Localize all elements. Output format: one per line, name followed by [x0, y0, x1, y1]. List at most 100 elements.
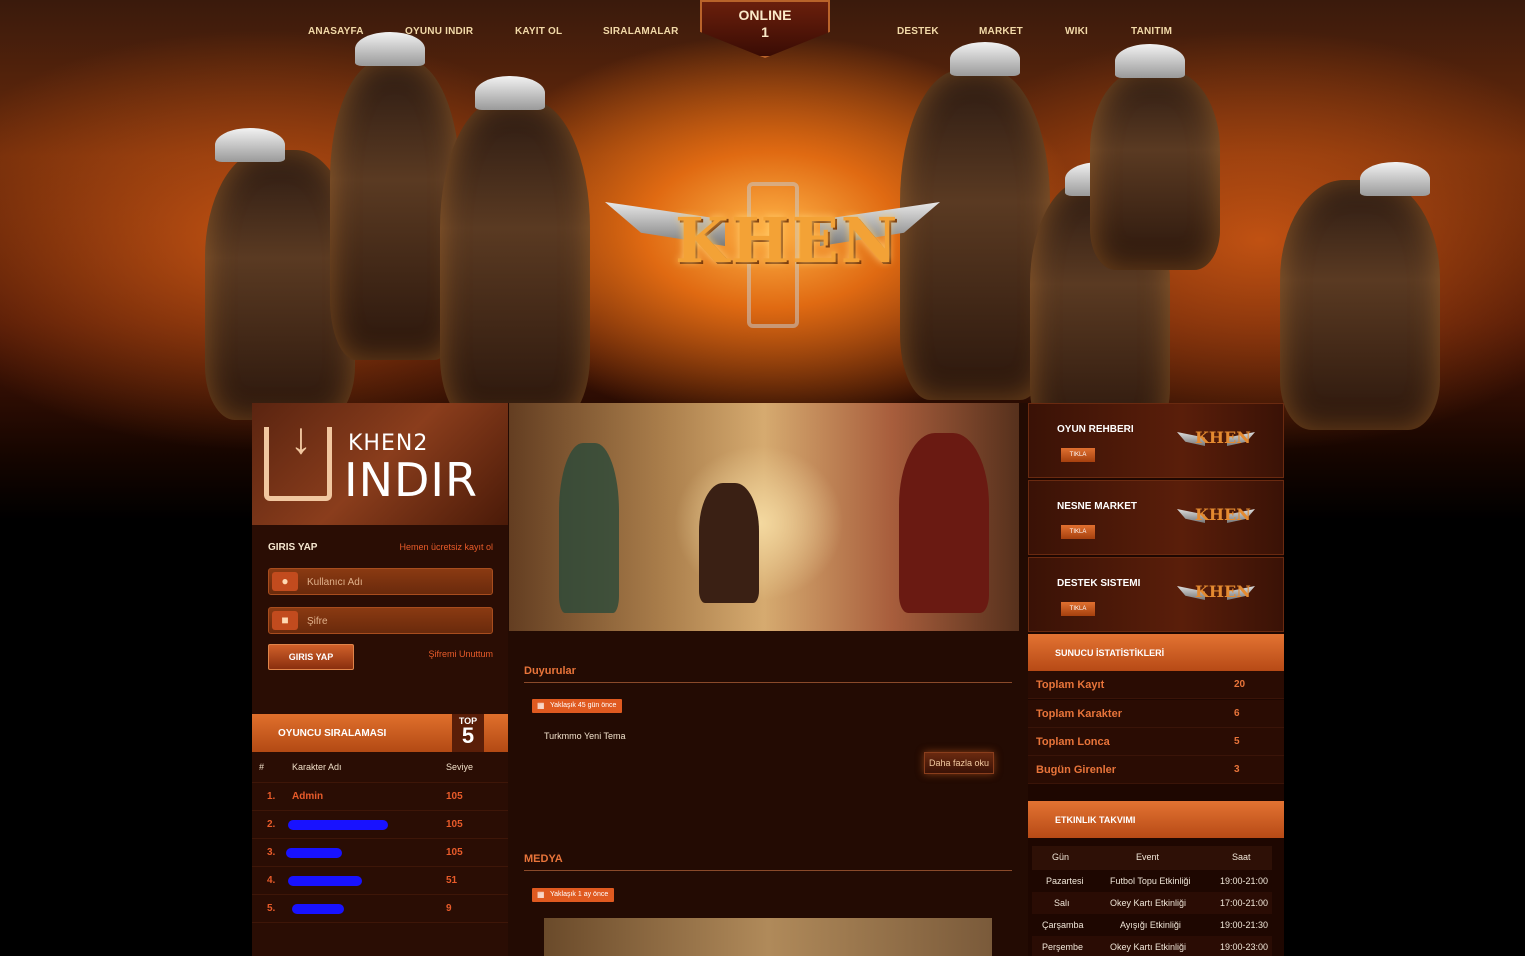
media-title: MEDYA	[524, 853, 563, 865]
table-row[interactable]: 3. 105	[252, 839, 508, 867]
nav-item-market[interactable]: MARKET	[979, 26, 1023, 37]
table-row[interactable]: 1. Admin 105	[252, 783, 508, 811]
card-button[interactable]: TIKLA	[1061, 525, 1095, 539]
event-day: Salı	[1054, 898, 1070, 908]
stat-label: Toplam Lonca	[1036, 736, 1110, 748]
nav-item-destek[interactable]: DESTEK	[897, 26, 939, 37]
mini-logo: KHEN	[1177, 578, 1255, 614]
nav-item-siralamalar[interactable]: SIRALAMALAR	[603, 26, 679, 37]
rank-number: 5.	[267, 903, 276, 914]
password-field-wrap: ■	[268, 607, 493, 634]
banner-figure	[699, 483, 759, 603]
card-game-guide[interactable]: OYUN REHBERI TIKLA KHEN	[1028, 403, 1284, 478]
news-title: Duyurular	[524, 665, 576, 677]
rank-level: 105	[446, 847, 463, 858]
online-count: 1	[761, 24, 769, 40]
card-button[interactable]: TIKLA	[1061, 602, 1095, 616]
hero-character-cap	[1360, 162, 1430, 196]
event-name: Okey Kartı Etkinliği	[1110, 898, 1187, 908]
right-sidebar: OYUN REHBERI TIKLA KHEN NESNE MARKET TIK…	[1028, 403, 1284, 956]
rank-level: 105	[446, 791, 463, 802]
col-header-time: Saat	[1232, 852, 1251, 862]
stat-label: Toplam Kayıt	[1036, 679, 1105, 691]
top5-badge: TOP 5	[452, 714, 484, 752]
col-header-name: Karakter Adı	[292, 762, 342, 772]
hero-character	[1090, 70, 1220, 270]
nav-item-oyunu-indir[interactable]: OYUNU INDIR	[405, 26, 473, 37]
table-row: Pazartesi Futbol Topu Etkinliği 19:00-21…	[1032, 870, 1272, 892]
mini-logo: KHEN	[1177, 424, 1255, 460]
redacted-name	[288, 820, 388, 830]
download-arrow-icon: ↓	[290, 414, 312, 463]
news-divider	[524, 682, 1012, 683]
top-number: 5	[461, 723, 475, 748]
stat-value: 5	[1234, 736, 1240, 747]
col-header-event: Event	[1136, 852, 1160, 862]
slider-banner[interactable]	[509, 403, 1019, 631]
download-banner[interactable]: ↓ KHEN2 INDIR	[252, 403, 508, 525]
col-header-rank: #	[259, 762, 265, 772]
mini-logo-text: KHEN	[1195, 505, 1251, 524]
card-item-market[interactable]: NESNE MARKET TIKLA KHEN	[1028, 480, 1284, 555]
table-row[interactable]: 2. 105	[252, 811, 508, 839]
mini-logo-text: KHEN	[1195, 428, 1251, 447]
table-row[interactable]: 5. 9	[252, 895, 508, 923]
left-sidebar: ↓ KHEN2 INDIR GIRIS YAP Hemen ücretsiz k…	[252, 403, 508, 956]
event-time: 19:00-23:00	[1220, 942, 1269, 952]
nav-item-wiki[interactable]: WIKI	[1065, 26, 1088, 37]
nav-item-anasayfa[interactable]: ANASAYFA	[308, 26, 364, 37]
nav-item-kayit-ol[interactable]: KAYIT OL	[515, 26, 562, 37]
mini-logo-text: KHEN	[1195, 582, 1251, 601]
card-title: OYUN REHBERI	[1057, 424, 1134, 435]
card-title: NESNE MARKET	[1057, 501, 1138, 512]
forgot-password-link[interactable]: Şifremi Unuttum	[428, 649, 493, 659]
hero-character	[440, 100, 590, 420]
media-divider	[524, 870, 1012, 871]
ranking-header: OYUNCU SIRALAMASI TOP 5	[252, 714, 508, 752]
stat-value: 6	[1234, 708, 1240, 719]
password-input[interactable]	[307, 612, 487, 630]
rank-number: 4.	[267, 875, 276, 886]
news-item[interactable]: Turkmmo Yeni Tema	[544, 731, 626, 741]
event-time: 17:00-21:00	[1220, 898, 1269, 908]
stat-row: Toplam Kayıt 20	[1028, 671, 1284, 699]
stat-label: Toplam Karakter	[1036, 708, 1122, 720]
read-more-button[interactable]: Daha fazla oku	[924, 752, 994, 774]
events-header: ETKINLIK TAKVIMI	[1028, 801, 1284, 838]
stats-title: SUNUCU İSTATİSTİKLERİ	[1055, 648, 1165, 658]
login-button[interactable]: GIRIS YAP	[268, 644, 354, 670]
register-link[interactable]: Hemen ücretsiz kayıt ol	[399, 542, 493, 552]
username-input[interactable]	[307, 573, 487, 591]
media-date-badge: Yaklaşık 1 ay önce	[532, 888, 615, 902]
events-table: Gün Event Saat Pazartesi Futbol Topu Etk…	[1032, 846, 1272, 956]
redacted-name	[286, 848, 342, 858]
stat-value: 20	[1234, 679, 1246, 690]
event-day: Pazartesi	[1046, 876, 1084, 886]
main-content: Duyurular Yaklaşık 45 gün önce Turkmmo Y…	[508, 403, 1028, 956]
event-time: 19:00-21:30	[1220, 920, 1269, 930]
event-name: Ayışığı Etkinliği	[1120, 920, 1181, 930]
nav-item-tanitim[interactable]: TANITIM	[1131, 26, 1172, 37]
event-day: Çarşamba	[1042, 920, 1084, 930]
banner-figure	[559, 443, 619, 613]
hero-character-cap	[475, 76, 545, 110]
col-header-level: Seviye	[446, 762, 474, 772]
col-header-day: Gün	[1052, 852, 1070, 862]
logo-text: KHEN	[675, 204, 900, 277]
rank-number: 3.	[267, 847, 276, 858]
media-thumbnail[interactable]	[544, 918, 992, 956]
table-row[interactable]: 4. 51	[252, 867, 508, 895]
rank-number: 2.	[267, 819, 276, 830]
hero-character-cap	[215, 128, 285, 162]
table-row: Perşembe Okey Kartı Etkinliği 19:00-23:0…	[1032, 936, 1272, 956]
hero-character-cap	[950, 42, 1020, 76]
banner-figure	[899, 433, 989, 613]
ranking-header-row: # Karakter Adı Seviye	[252, 755, 508, 783]
user-icon: ●	[272, 572, 298, 591]
game-logo: KHEN	[605, 170, 940, 340]
card-button[interactable]: TIKLA	[1061, 448, 1095, 462]
redacted-name	[292, 904, 344, 914]
card-support-system[interactable]: DESTEK SISTEMI TIKLA KHEN	[1028, 557, 1284, 632]
table-row: Çarşamba Ayışığı Etkinliği 19:00-21:30	[1032, 914, 1272, 936]
login-title: GIRIS YAP	[268, 542, 318, 553]
